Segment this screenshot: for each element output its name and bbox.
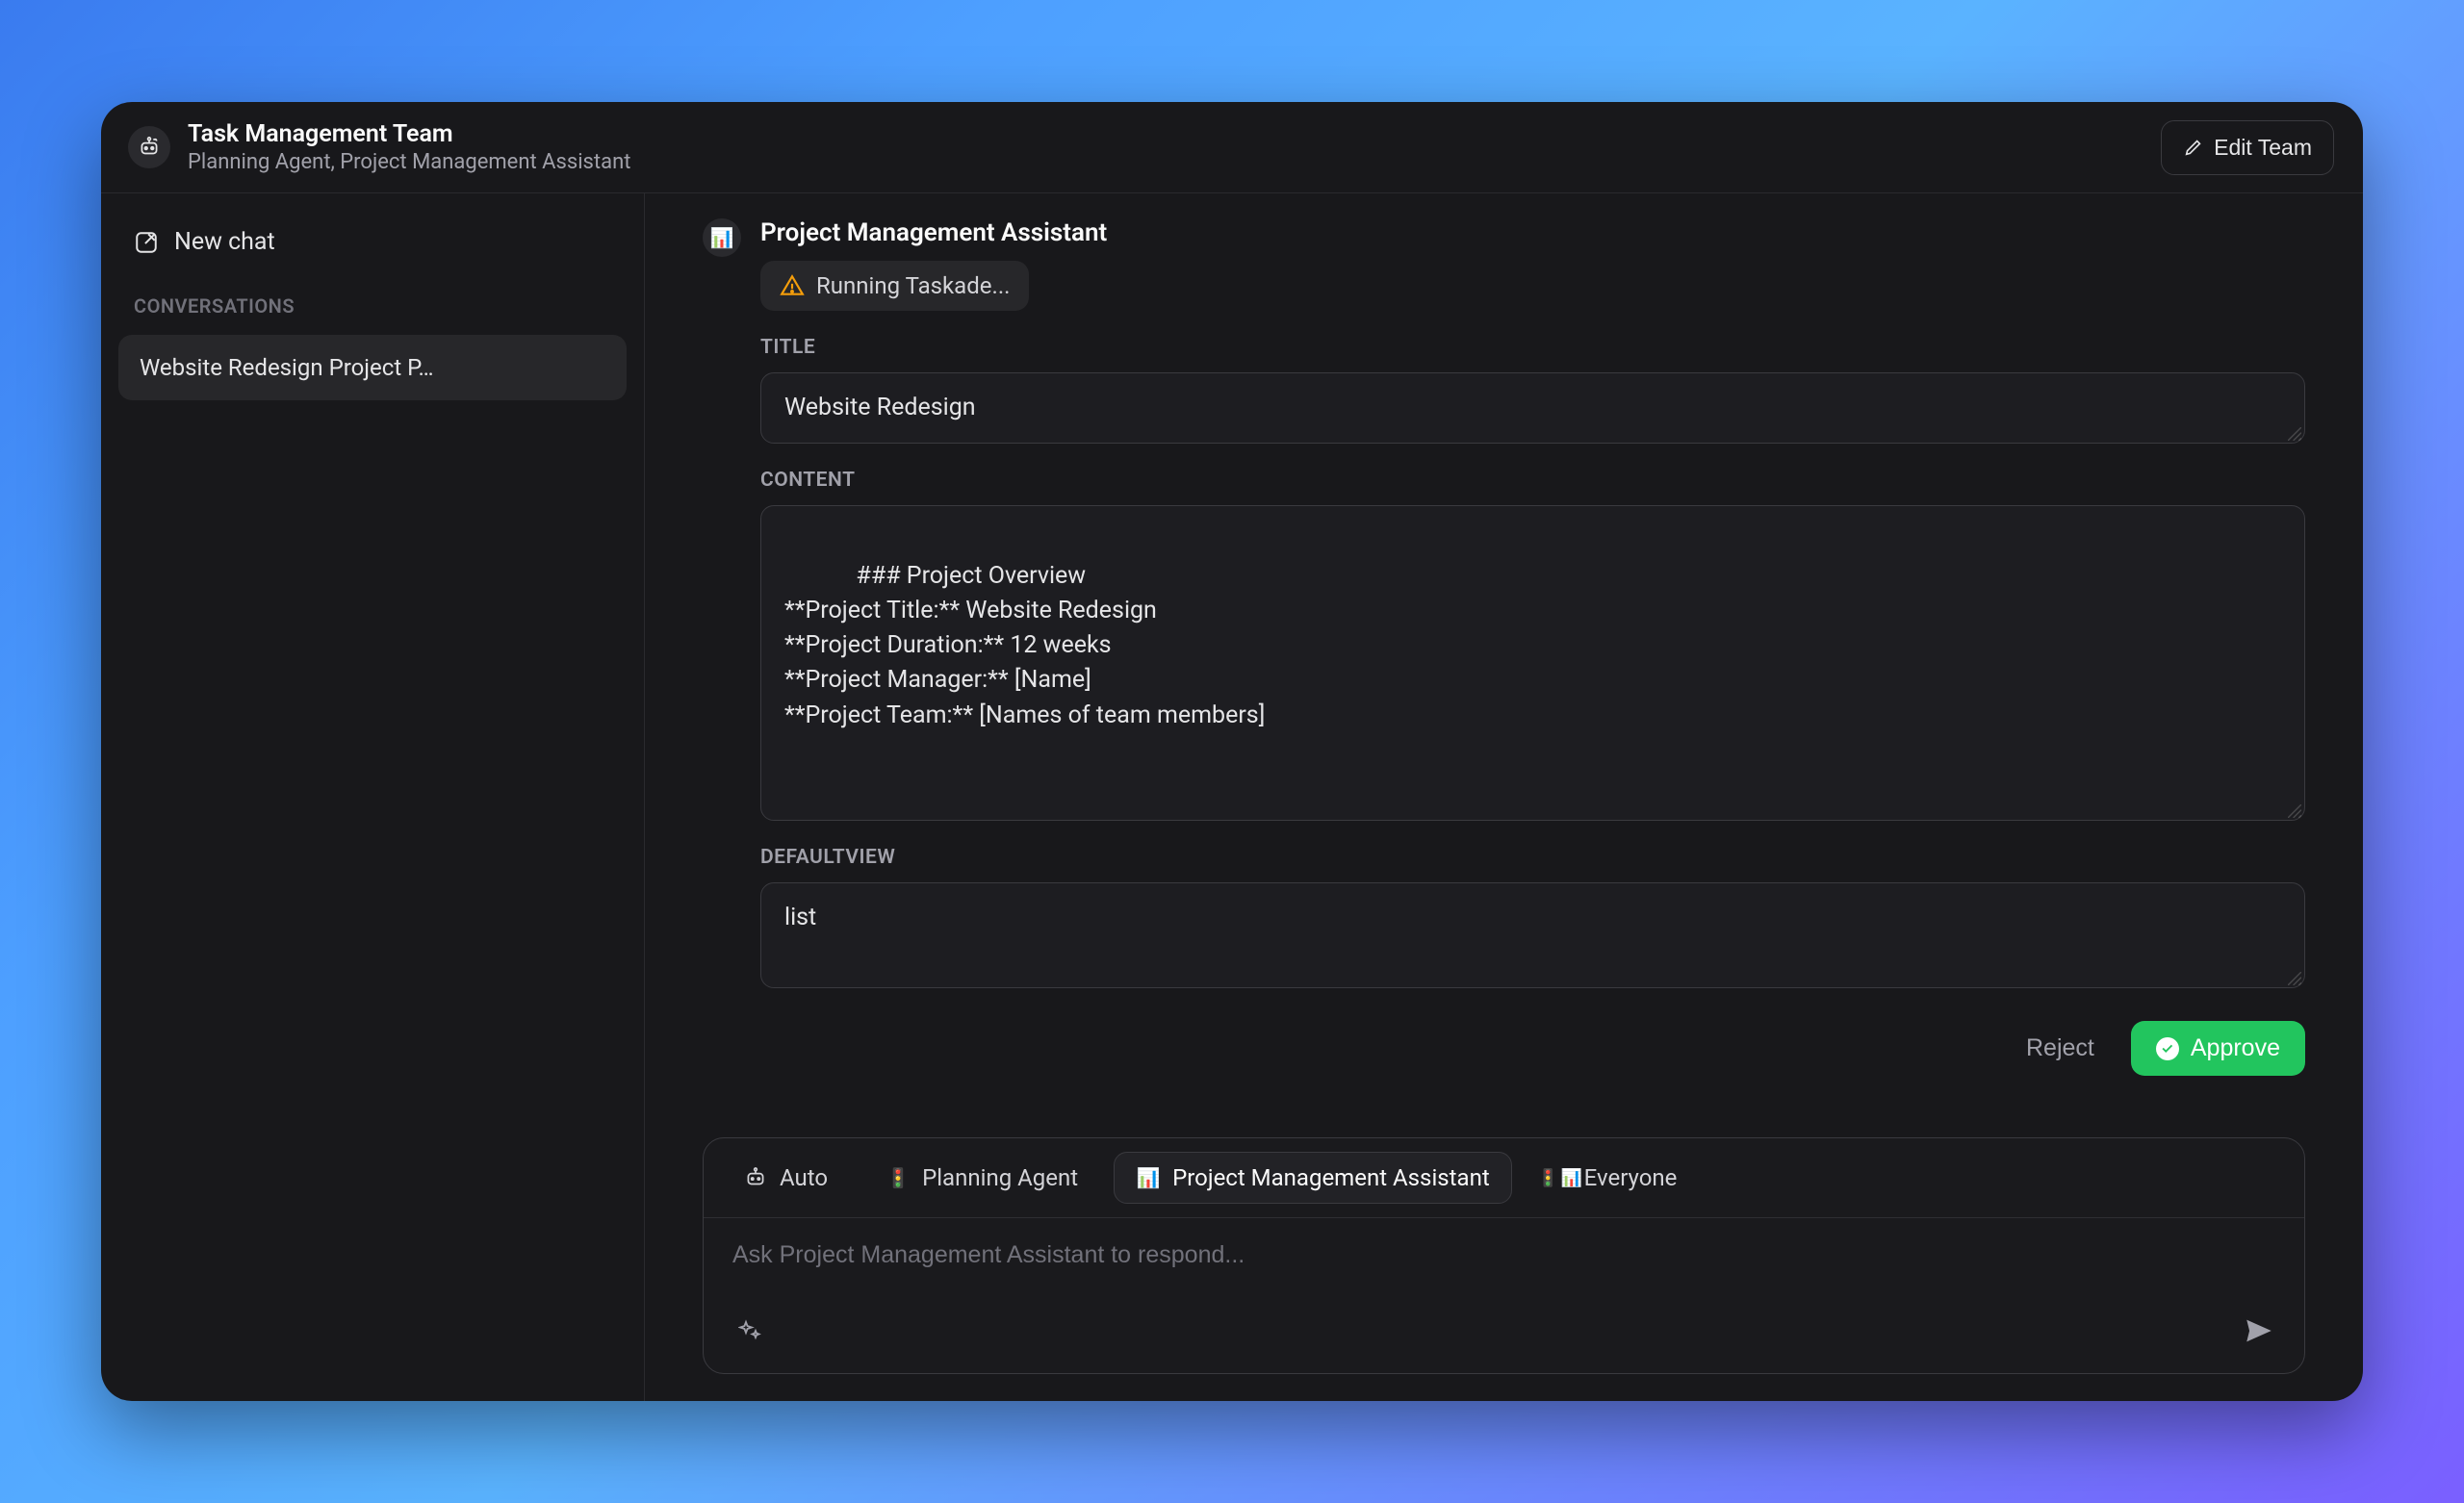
- defaultview-field[interactable]: list: [760, 882, 2305, 988]
- team-avatar: [128, 126, 170, 168]
- agent-tab-auto[interactable]: Auto: [721, 1152, 850, 1204]
- new-chat-button[interactable]: New chat: [118, 217, 627, 267]
- warning-icon: [780, 273, 805, 298]
- header: Task Management Team Planning Agent, Pro…: [101, 102, 2363, 193]
- resize-handle-icon[interactable]: [2288, 972, 2301, 985]
- message-body: Project Management Assistant Running Tas…: [760, 218, 2305, 1076]
- pencil-icon: [2183, 137, 2204, 158]
- resize-handle-icon[interactable]: [2288, 427, 2301, 441]
- title-value: Website Redesign: [784, 394, 976, 421]
- team-subtitle: Planning Agent, Project Management Assis…: [188, 150, 630, 174]
- composer: Auto 🚦 Planning Agent 📊 Project Manageme…: [703, 1137, 2305, 1374]
- team-titles: Task Management Team Planning Agent, Pro…: [188, 120, 630, 174]
- robot-icon: [137, 135, 162, 160]
- defaultview-value: list: [784, 904, 816, 931]
- defaultview-label: DEFAULTVIEW: [760, 846, 2305, 869]
- approve-button[interactable]: Approve: [2131, 1021, 2305, 1076]
- conversations-label: CONVERSATIONS: [118, 294, 627, 318]
- agent-tab-label: Auto: [780, 1164, 828, 1191]
- action-row: Reject Approve: [760, 1021, 2305, 1076]
- approve-label: Approve: [2191, 1034, 2280, 1062]
- edit-team-label: Edit Team: [2214, 135, 2312, 161]
- composer-input-row: [704, 1218, 2304, 1305]
- everyone-icon: 🚦📊: [1548, 1165, 1573, 1190]
- check-icon: [2156, 1037, 2179, 1060]
- agent-tab-pm-assistant[interactable]: 📊 Project Management Assistant: [1114, 1152, 1512, 1204]
- status-pill: Running Taskade...: [760, 261, 1029, 311]
- body: New chat CONVERSATIONS Website Redesign …: [101, 193, 2363, 1401]
- content-field[interactable]: ### Project Overview **Project Title:** …: [760, 505, 2305, 821]
- status-text: Running Taskade...: [816, 272, 1010, 299]
- agent-tab-label: Project Management Assistant: [1172, 1164, 1490, 1191]
- resize-handle-icon[interactable]: [2288, 804, 2301, 818]
- new-chat-icon: [134, 230, 159, 255]
- message-sender: Project Management Assistant: [760, 218, 2305, 247]
- send-icon: [2243, 1314, 2275, 1347]
- reject-button[interactable]: Reject: [2007, 1021, 2114, 1076]
- agent-tab-planning[interactable]: 🚦 Planning Agent: [863, 1152, 1100, 1204]
- main: 📊 Project Management Assistant Running T…: [645, 193, 2363, 1401]
- title-label: TITLE: [760, 336, 2305, 359]
- sparkle-icon[interactable]: [738, 1319, 761, 1346]
- sidebar: New chat CONVERSATIONS Website Redesign …: [101, 193, 645, 1401]
- new-chat-label: New chat: [174, 228, 275, 256]
- assistant-avatar: 📊: [703, 218, 741, 257]
- composer-bottom: [704, 1305, 2304, 1373]
- agent-tab-label: Planning Agent: [922, 1164, 1078, 1191]
- content-value: ### Project Overview **Project Title:** …: [784, 562, 1265, 729]
- chart-icon: 📊: [1136, 1165, 1161, 1190]
- agent-tab-label: Everyone: [1584, 1164, 1678, 1191]
- title-field[interactable]: Website Redesign: [760, 372, 2305, 444]
- assistant-message: 📊 Project Management Assistant Running T…: [703, 218, 2305, 1076]
- chart-icon: 📊: [710, 226, 734, 249]
- traffic-icon: 🚦: [886, 1165, 911, 1190]
- composer-input[interactable]: [732, 1241, 2275, 1269]
- header-left: Task Management Team Planning Agent, Pro…: [128, 120, 630, 174]
- robot-icon: [743, 1165, 768, 1190]
- app-window: Task Management Team Planning Agent, Pro…: [101, 102, 2363, 1401]
- agent-tabs: Auto 🚦 Planning Agent 📊 Project Manageme…: [704, 1138, 2304, 1218]
- conversation-item[interactable]: Website Redesign Project P…: [118, 335, 627, 400]
- agent-tab-everyone[interactable]: 🚦📊 Everyone: [1526, 1152, 1700, 1204]
- team-name: Task Management Team: [188, 120, 630, 148]
- send-button[interactable]: [2243, 1314, 2275, 1350]
- content-label: CONTENT: [760, 469, 2305, 492]
- edit-team-button[interactable]: Edit Team: [2161, 120, 2334, 175]
